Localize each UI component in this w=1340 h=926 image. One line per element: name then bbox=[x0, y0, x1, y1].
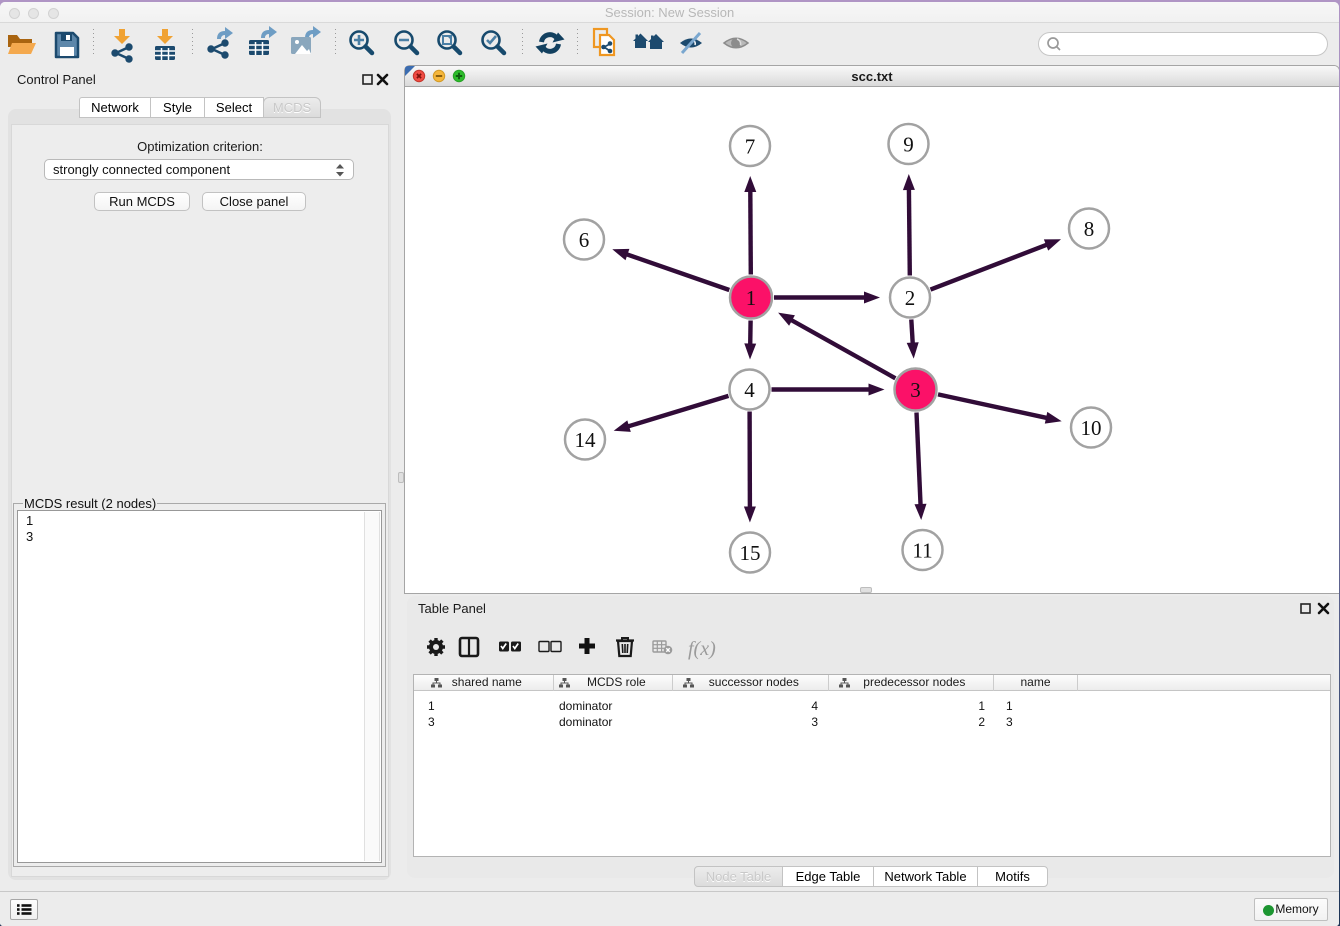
svg-text:6: 6 bbox=[579, 228, 590, 252]
svg-text:11: 11 bbox=[912, 539, 932, 563]
svg-text:15: 15 bbox=[740, 541, 761, 565]
svg-text:9: 9 bbox=[903, 133, 914, 157]
svg-text:7: 7 bbox=[745, 135, 756, 159]
svg-text:f(x): f(x) bbox=[688, 638, 716, 660]
svg-text:3: 3 bbox=[910, 378, 921, 402]
svg-text:2: 2 bbox=[905, 286, 916, 310]
svg-text:4: 4 bbox=[744, 378, 755, 402]
svg-text:1: 1 bbox=[746, 286, 757, 310]
svg-text:10: 10 bbox=[1081, 416, 1102, 440]
svg-text:14: 14 bbox=[575, 428, 597, 452]
svg-text:8: 8 bbox=[1084, 217, 1095, 241]
